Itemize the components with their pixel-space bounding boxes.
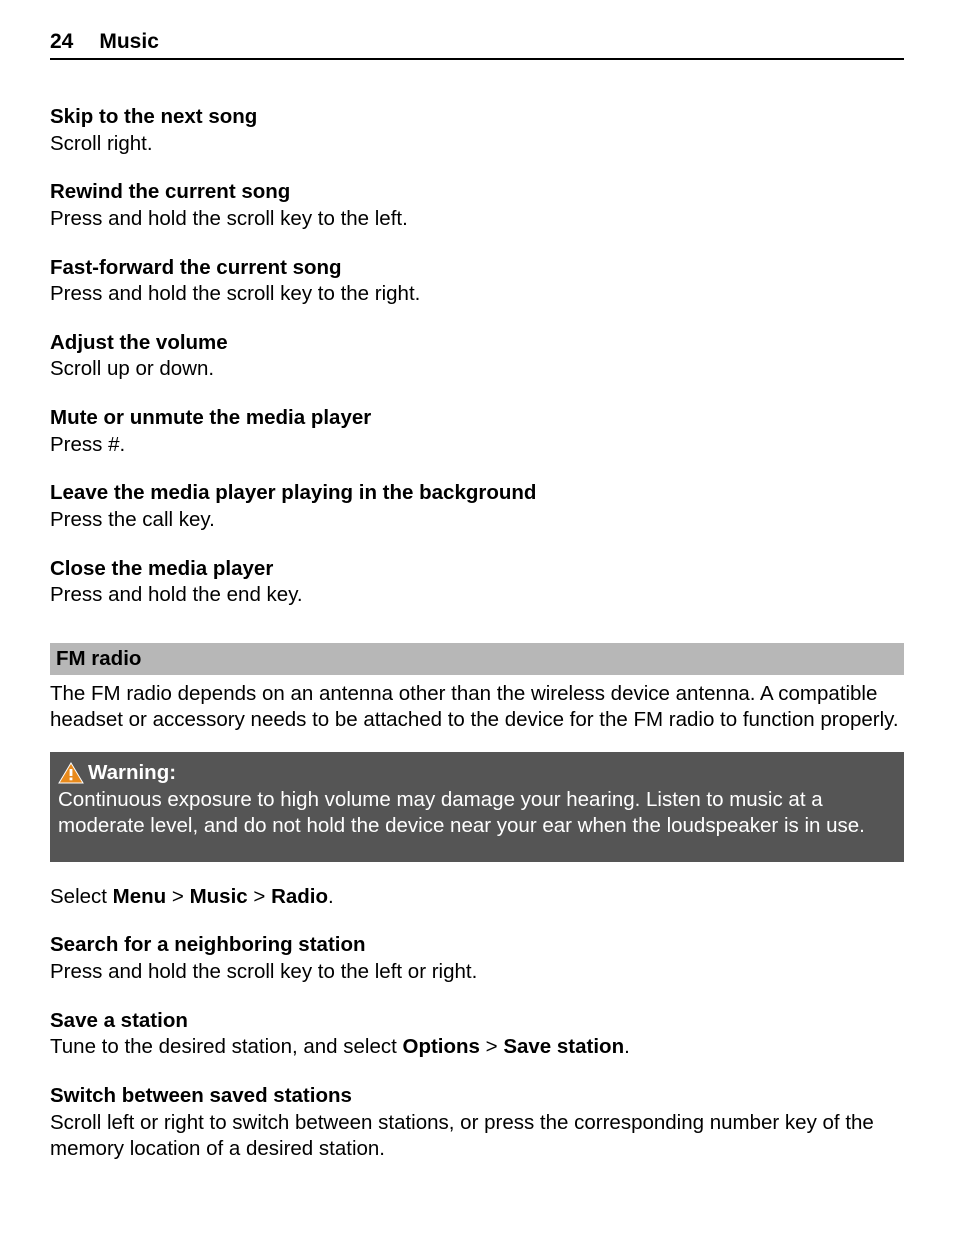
instruction-title: Leave the media player playing in the ba…: [50, 480, 904, 507]
instruction-switch-stations: Switch between saved stations Scroll lef…: [50, 1083, 904, 1163]
save-suffix: .: [624, 1035, 630, 1058]
instruction-title: Mute or unmute the media player: [50, 405, 904, 432]
instruction-close: Close the media player Press and hold th…: [50, 556, 904, 609]
instruction-body: Scroll right.: [50, 131, 904, 158]
instruction-title: Adjust the volume: [50, 330, 904, 357]
instruction-mute: Mute or unmute the media player Press #.: [50, 405, 904, 458]
instruction-title: Skip to the next song: [50, 104, 904, 131]
document-page: 24 Music Skip to the next song Scroll ri…: [0, 0, 954, 1258]
chapter-title: Music: [99, 30, 159, 54]
instruction-body: Press and hold the scroll key to the lef…: [50, 206, 904, 233]
save-body-prefix: Tune to the desired station, and select: [50, 1035, 403, 1058]
path-segment-radio: Radio: [271, 885, 328, 908]
instruction-skip-next: Skip to the next song Scroll right.: [50, 104, 904, 157]
instruction-search-station: Search for a neighboring station Press a…: [50, 932, 904, 985]
instruction-rewind: Rewind the current song Press and hold t…: [50, 179, 904, 232]
instruction-save-station: Save a station Tune to the desired stati…: [50, 1008, 904, 1061]
warning-header: Warning:: [58, 760, 896, 787]
instruction-body: Press #.: [50, 432, 904, 459]
instruction-fast-forward: Fast-forward the current song Press and …: [50, 255, 904, 308]
save-separator: >: [480, 1035, 503, 1058]
fm-radio-intro: The FM radio depends on an antenna other…: [50, 681, 904, 734]
instruction-background: Leave the media player playing in the ba…: [50, 480, 904, 533]
save-station-label: Save station: [503, 1035, 624, 1058]
instruction-title: Save a station: [50, 1008, 904, 1035]
path-segment-menu: Menu: [113, 885, 167, 908]
warning-body: Continuous exposure to high volume may d…: [58, 787, 896, 840]
warning-box: Warning: Continuous exposure to high vol…: [50, 752, 904, 862]
instruction-body: Scroll up or down.: [50, 356, 904, 383]
instruction-body: Press and hold the scroll key to the lef…: [50, 959, 904, 986]
warning-label: Warning:: [88, 760, 176, 787]
instruction-body: Scroll left or right to switch between s…: [50, 1110, 904, 1163]
menu-path: Select Menu > Music > Radio.: [50, 884, 904, 911]
path-prefix: Select: [50, 885, 113, 908]
path-suffix: .: [328, 885, 334, 908]
running-header: 24 Music: [50, 30, 904, 60]
instruction-volume: Adjust the volume Scroll up or down.: [50, 330, 904, 383]
instruction-title: Rewind the current song: [50, 179, 904, 206]
instruction-title: Search for a neighboring station: [50, 932, 904, 959]
instruction-title: Close the media player: [50, 556, 904, 583]
section-heading-fm-radio: FM radio: [50, 643, 904, 675]
instruction-body: Press and hold the end key.: [50, 582, 904, 609]
instruction-title: Fast-forward the current song: [50, 255, 904, 282]
instruction-body: Tune to the desired station, and select …: [50, 1034, 904, 1061]
instruction-body: Press the call key.: [50, 507, 904, 534]
save-options: Options: [403, 1035, 480, 1058]
instruction-title: Switch between saved stations: [50, 1083, 904, 1110]
instruction-body: Press and hold the scroll key to the rig…: [50, 281, 904, 308]
path-separator: >: [166, 885, 189, 908]
path-separator: >: [248, 885, 271, 908]
path-segment-music: Music: [190, 885, 248, 908]
page-number: 24: [50, 30, 73, 54]
warning-icon: [58, 762, 84, 784]
